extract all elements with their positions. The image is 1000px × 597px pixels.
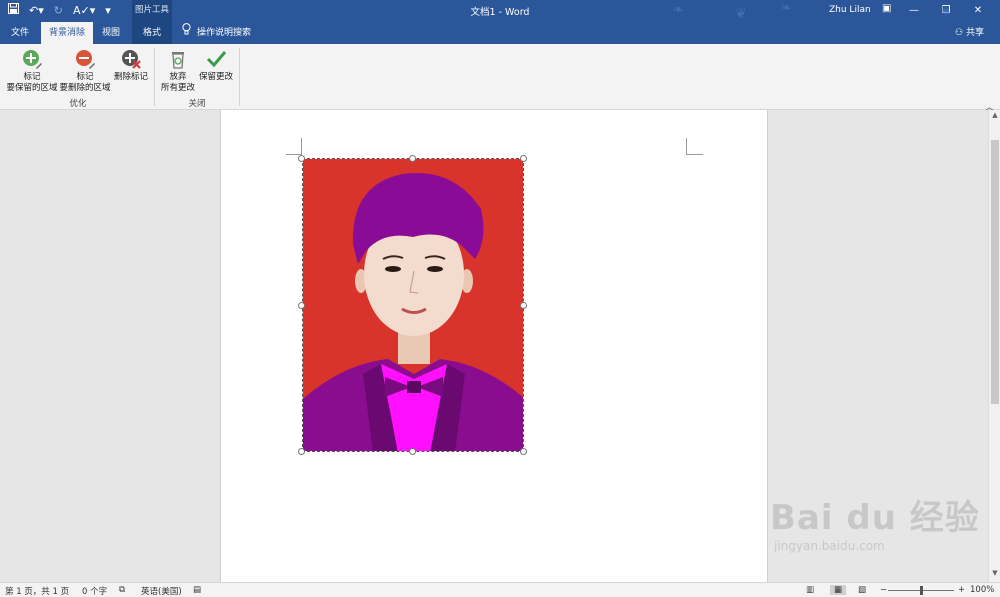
- page-count[interactable]: 第 1 页，共 1 页: [5, 585, 69, 597]
- discard-all-changes-button[interactable]: 放弃 所有更改: [158, 48, 198, 93]
- ribbon-display-options-icon[interactable]: ▣: [882, 3, 891, 14]
- proofing-icon[interactable]: ⧉: [119, 585, 125, 595]
- macro-icon[interactable]: ▤: [193, 585, 201, 595]
- scroll-up-icon[interactable]: ▲: [989, 111, 1000, 119]
- leaf-decoration-icon: ❧: [672, 2, 684, 18]
- checkmark-icon: [205, 48, 227, 70]
- watermark-url: jingyan.baidu.com: [774, 539, 885, 553]
- tab-background-removal[interactable]: 背景消除: [41, 22, 93, 44]
- language-indicator[interactable]: 英语(美国): [141, 585, 182, 597]
- tab-file[interactable]: 文件: [4, 22, 36, 44]
- resize-handle[interactable]: [298, 448, 305, 455]
- close-icon[interactable]: ✕: [962, 2, 994, 20]
- scroll-thumb[interactable]: [991, 140, 999, 404]
- leaf-decoration-icon: ❦: [735, 6, 747, 22]
- margin-corner-mark: [286, 138, 302, 155]
- delete-mark-label: 删除标记: [113, 72, 148, 82]
- signed-in-user[interactable]: Zhu Lilan: [829, 5, 871, 15]
- mark-areas-to-keep-button[interactable]: 标记 要保留的区域: [6, 48, 58, 93]
- title-bar: ↶▾ ↻ A✓▾ ▾ 图片工具 文档1 - Word ❧ ❦ ❧ ❦ Zhu L…: [0, 0, 1000, 22]
- recycle-bin-icon: [167, 48, 189, 70]
- zoom-slider-knob[interactable]: [920, 586, 923, 595]
- group-refine-label: 优化: [69, 99, 87, 109]
- discard-label-1: 放弃: [169, 72, 187, 82]
- resize-handle[interactable]: [520, 302, 527, 309]
- group-close-label: 关闭: [188, 99, 206, 109]
- restore-icon[interactable]: ❐: [930, 2, 962, 20]
- tell-me-search[interactable]: 操作说明搜索: [182, 22, 251, 44]
- ribbon-tabs: 文件 背景消除 视图 格式 操作说明搜索 ⚇ 共享: [0, 22, 1000, 44]
- zoom-level[interactable]: 100%: [970, 585, 994, 595]
- ribbon-panel: 标记 要保留的区域 标记 要删除的区域 删除标记 优化 放弃 所有更改 保留更改…: [0, 44, 1000, 113]
- mark-keep-label-2: 要保留的区域: [6, 82, 58, 93]
- resize-handle[interactable]: [298, 155, 305, 162]
- vertical-scrollbar[interactable]: ▲ ▼: [988, 110, 1000, 582]
- tab-view[interactable]: 视图: [96, 22, 126, 44]
- keep-changes-button[interactable]: 保留更改: [197, 48, 235, 83]
- resize-handle[interactable]: [520, 448, 527, 455]
- zoom-out-icon[interactable]: −: [880, 585, 887, 595]
- leaf-decoration-icon: ❧: [780, 0, 792, 16]
- web-layout-icon[interactable]: ▧: [858, 585, 866, 595]
- mark-keep-label-1: 标记: [23, 72, 41, 82]
- minimize-icon[interactable]: —: [898, 2, 930, 20]
- share-label: 共享: [965, 28, 984, 38]
- share-button[interactable]: ⚇ 共享: [955, 22, 984, 44]
- group-separator: [239, 48, 240, 106]
- discard-label-2: 所有更改: [160, 82, 195, 93]
- keep-changes-label: 保留更改: [198, 72, 233, 82]
- delete-mark-button[interactable]: 删除标记: [112, 48, 150, 83]
- selected-picture[interactable]: [302, 158, 524, 452]
- margin-corner-mark: [686, 138, 703, 155]
- mark-remove-label-1: 标记: [76, 72, 94, 82]
- tab-format[interactable]: 格式: [132, 22, 172, 44]
- mark-remove-label-2: 要删除的区域: [59, 82, 111, 93]
- minus-pencil-icon: [74, 48, 96, 70]
- person-icon: ⚇: [955, 28, 964, 38]
- print-layout-icon[interactable]: ▦: [830, 585, 846, 595]
- resize-handle[interactable]: [520, 155, 527, 162]
- tell-me-label: 操作说明搜索: [197, 28, 252, 38]
- zoom-in-icon[interactable]: +: [958, 585, 965, 595]
- mark-areas-to-remove-button[interactable]: 标记 要删除的区域: [59, 48, 111, 93]
- baidu-watermark: Bai du 经验 jingyan.baidu.com: [770, 490, 980, 553]
- plus-pencil-icon: [21, 48, 43, 70]
- lightbulb-icon: [182, 22, 191, 44]
- status-bar: 第 1 页，共 1 页 0 个字 ⧉ 英语(美国) ▤ ▥ ▦ ▧ − + 10…: [0, 582, 1000, 597]
- delete-mark-icon: [120, 48, 142, 70]
- window-controls: — ❐ ✕: [898, 2, 994, 20]
- resize-handle[interactable]: [409, 448, 416, 455]
- scroll-down-icon[interactable]: ▼: [989, 569, 1000, 577]
- word-count[interactable]: 0 个字: [82, 585, 107, 597]
- resize-handle[interactable]: [409, 155, 416, 162]
- watermark-brand: Bai du 经验: [770, 498, 980, 538]
- resize-handle[interactable]: [298, 302, 305, 309]
- read-mode-icon[interactable]: ▥: [806, 585, 814, 595]
- group-separator: [154, 48, 155, 106]
